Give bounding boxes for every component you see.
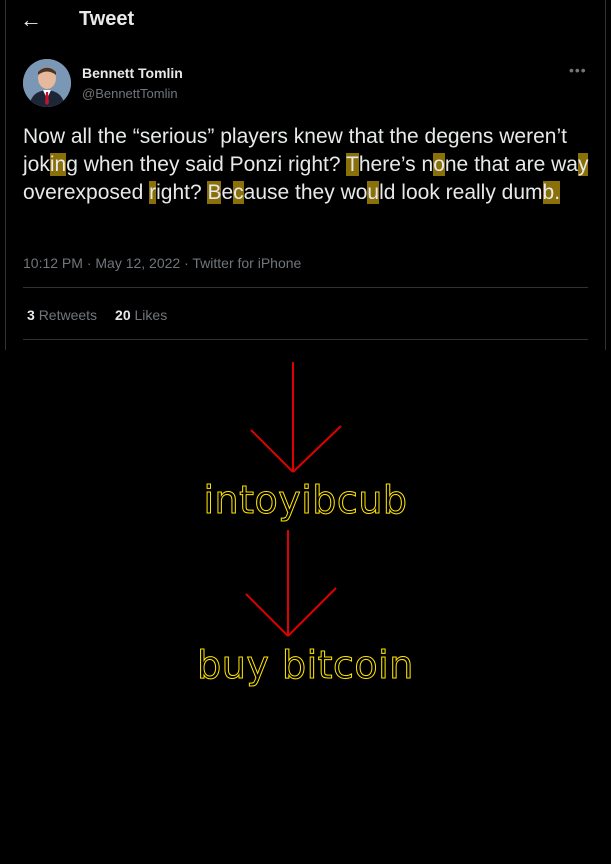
tweet-text-segment: e <box>221 181 234 204</box>
highlighted-letter: B <box>207 181 222 204</box>
more-options-icon[interactable]: ••• <box>569 62 587 78</box>
highlighted-letter: in <box>49 153 67 176</box>
tweet-text-segment: g when they said Ponzi right? <box>66 153 347 176</box>
divider <box>23 339 588 340</box>
highlighted-letter: y <box>577 153 589 176</box>
likes-stat[interactable]: 20 Likes <box>115 307 167 323</box>
tweet-text-segment: ld look really dum <box>379 181 543 204</box>
highlighted-letter: o <box>433 153 445 176</box>
meme-annotation: intoyibcub buy bitcoin <box>0 350 611 864</box>
down-arrow-icon <box>245 530 337 637</box>
tweet-stats: 3 Retweets 20 Likes <box>27 307 167 323</box>
highlighted-letter: T <box>346 153 359 176</box>
down-arrow-icon <box>250 362 342 473</box>
tweet-text-segment: ight? <box>156 181 208 204</box>
tweet-timestamp[interactable]: 10:12 PM · May 12, 2022 · Twitter for iP… <box>23 255 301 271</box>
tweet-text-segment: ne that are wa <box>444 153 578 176</box>
tweet-text-segment: overexposed <box>23 181 150 204</box>
likes-count: 20 <box>115 307 131 323</box>
author-name[interactable]: Bennett Tomlin <box>82 65 183 81</box>
hidden-letters-text: intoyibcub <box>203 478 408 523</box>
tweet-header: ← Tweet <box>6 0 605 42</box>
likes-label: Likes <box>134 307 168 323</box>
tweet-text-segment: ause they wo <box>243 181 368 204</box>
highlighted-letter: u <box>367 181 380 204</box>
tweet-text: Now all the “serious” players knew that … <box>23 123 603 207</box>
highlighted-letter: c <box>233 181 244 204</box>
highlighted-letter: b. <box>542 181 561 204</box>
retweets-label: Retweets <box>38 307 98 323</box>
divider <box>23 287 588 288</box>
page-title: Tweet <box>79 8 135 30</box>
avatar[interactable] <box>23 59 71 107</box>
back-arrow-icon[interactable]: ← <box>20 4 42 36</box>
decoded-message-text: buy bitcoin <box>197 643 414 688</box>
tweet-text-segment: here’s n <box>358 153 434 176</box>
retweets-stat[interactable]: 3 Retweets <box>27 307 97 323</box>
retweets-count: 3 <box>27 307 35 323</box>
tweet-panel: ← Tweet Bennett Tomlin @BennettTomlin ••… <box>5 0 606 350</box>
author-handle[interactable]: @BennettTomlin <box>82 86 178 101</box>
